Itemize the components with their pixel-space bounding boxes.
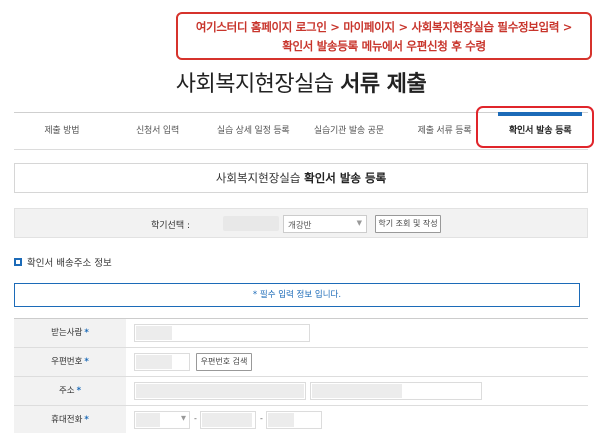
phone-label: 휴대전화 *: [14, 406, 126, 433]
required-mark: *: [84, 328, 89, 338]
tab-submission-method[interactable]: 제출 방법: [14, 113, 110, 149]
form-row-address: 주소 *: [14, 377, 588, 406]
semester-label: 학기선택 :: [151, 221, 191, 231]
postcode-field-cell: 우편번호 검색: [126, 348, 588, 376]
semester-redacted: [223, 216, 279, 231]
semester-select[interactable]: 개강반 ▼: [283, 215, 367, 233]
postcode-label: 우편번호 *: [14, 348, 126, 376]
subtitle-bold: 확인서 발송 등록: [304, 171, 387, 185]
phone-dash-2: -: [260, 414, 263, 423]
page-title-bold: 서류 제출: [340, 72, 427, 97]
shipping-section-title: 확인서 배송주소 정보: [14, 255, 112, 269]
instruction-callout: 여기스터디 홈페이지 로그인 > 마이페이지 > 사회복지현장실습 필수정보입력…: [176, 12, 592, 60]
chevron-down-icon: ▼: [356, 219, 362, 227]
section-header: 사회복지현장실습 확인서 발송 등록: [14, 163, 588, 193]
form-row-recipient: 받는사람 *: [14, 319, 588, 348]
phone-prefix-redacted: [136, 413, 160, 427]
phone-dash-1: -: [194, 414, 197, 423]
phone-middle-redacted: [202, 413, 252, 427]
recipient-redacted: [136, 326, 172, 340]
subtitle-normal: 사회복지현장실습: [215, 171, 305, 185]
shipping-section-label: 확인서 배송주소 정보: [27, 258, 112, 269]
semester-select-value: 개강반: [288, 221, 312, 231]
recipient-label-text: 받는사람: [51, 328, 83, 338]
required-mark: *: [84, 415, 89, 425]
postcode-search-button[interactable]: 우편번호 검색: [196, 353, 252, 371]
callout-line-2: 확인서 발송등록 메뉴에서 우편신청 후 수령: [282, 39, 486, 53]
chevron-down-icon: ▼: [181, 414, 186, 422]
page-title-normal: 사회복지현장실습: [175, 72, 341, 97]
active-tab-highlight: [476, 106, 594, 148]
postcode-redacted: [136, 355, 172, 369]
form-row-postcode: 우편번호 * 우편번호 검색: [14, 348, 588, 377]
tab-application-input[interactable]: 신청서 입력: [110, 113, 206, 149]
semester-selector-row: 학기선택 : 개강반 ▼ 학기 조회 및 작성: [14, 208, 588, 238]
recipient-label: 받는사람 *: [14, 319, 126, 347]
address-redacted: [136, 384, 304, 398]
address-field-cell: [126, 377, 588, 405]
address-label: 주소 *: [14, 377, 126, 405]
tab-institution-letter[interactable]: 실습기관 발송 공문: [301, 113, 397, 149]
address-detail-redacted: [312, 384, 402, 398]
required-mark: *: [84, 357, 89, 367]
square-bullet-icon: [14, 258, 22, 266]
address-label-text: 주소: [58, 386, 75, 396]
form-row-phone: 휴대전화 * ▼ - -: [14, 406, 588, 433]
tab-detailed-schedule[interactable]: 실습 상세 일정 등록: [205, 113, 301, 149]
page-title: 사회복지현장실습 서류 제출: [0, 66, 602, 98]
recipient-field-cell: [126, 319, 588, 347]
shipping-form: 받는사람 * 우편번호 * 우편번호 검색 주소 * 휴대전화 * ▼ - -: [14, 318, 588, 433]
callout-line-1: 여기스터디 홈페이지 로그인 > 마이페이지 > 사회복지현장실습 필수정보입력…: [195, 20, 573, 34]
semester-lookup-button[interactable]: 학기 조회 및 작성: [375, 215, 441, 233]
phone-last-redacted: [268, 413, 294, 427]
phone-field-cell: ▼ - -: [126, 406, 588, 433]
phone-label-text: 휴대전화: [51, 415, 83, 425]
required-notice: * 필수 입력 정보 입니다.: [14, 283, 580, 307]
required-mark: *: [76, 386, 82, 396]
postcode-label-text: 우편번호: [51, 357, 83, 367]
